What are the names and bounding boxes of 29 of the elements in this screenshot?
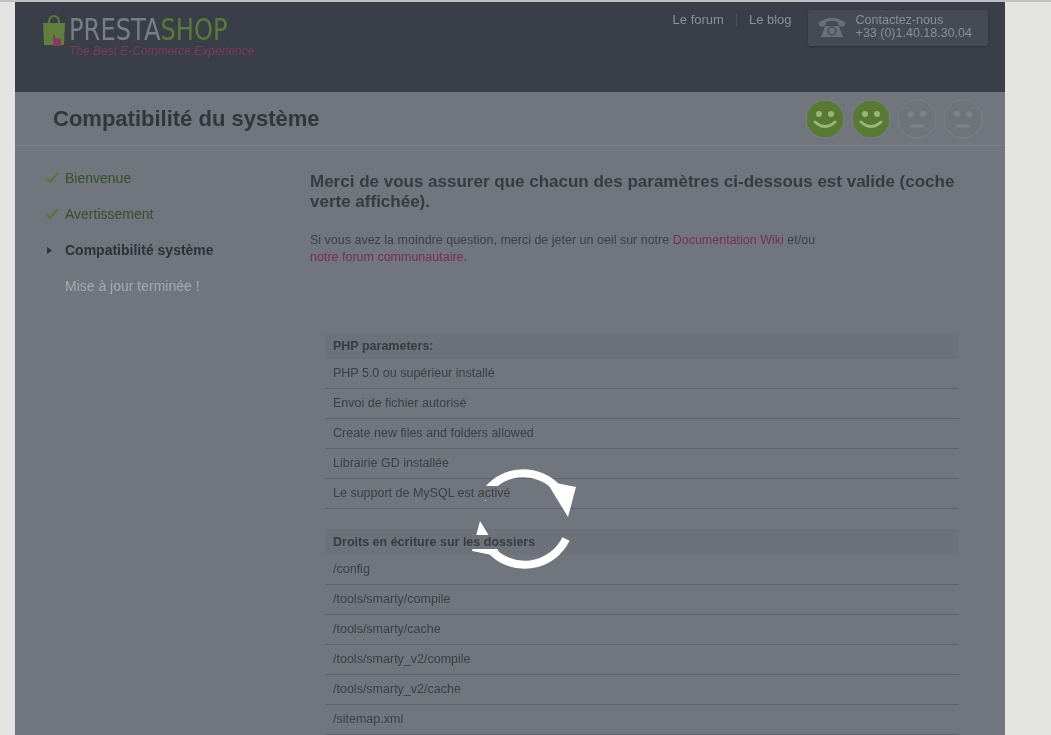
shopping-bag-icon — [41, 15, 67, 49]
page-title: Compatibilité du système — [53, 105, 320, 132]
check-row: Create new files and folders allowed — [325, 419, 959, 449]
check-row: /tools/smarty/cache — [325, 615, 959, 645]
header-link[interactable]: Le blog — [748, 12, 792, 27]
check-row: /sitemap.xml — [325, 705, 959, 735]
forum-link[interactable]: notre forum communautaire — [310, 250, 464, 264]
contact-label: Contactez-nous — [855, 14, 945, 27]
check-row: /tools/smarty_v2/cache — [325, 675, 959, 705]
check-row: /tools/smarty_v2/compile — [325, 645, 959, 675]
telephone-icon — [815, 15, 848, 39]
triangle-right-icon — [47, 246, 52, 254]
check-row: Librairie GD installée — [325, 449, 959, 479]
header-link[interactable]: Le forum — [672, 12, 724, 27]
contact-box[interactable]: Contactez-nous +33 (0)1.40.18.30.04 — [807, 10, 988, 46]
section-header: PHP parameters: — [325, 333, 959, 359]
sidebar-step: Avertissement — [65, 206, 154, 222]
wiki-link[interactable]: Documentation Wiki — [672, 233, 784, 247]
tagline: The Best E-Commerce Experience — [69, 44, 256, 58]
sidebar-step: Compatibilité système — [65, 242, 214, 258]
check-row: Envoi de fichier autorisé — [325, 389, 959, 419]
check-row: /config — [325, 555, 959, 585]
contact-phone: +33 (0)1.40.18.30.04 — [855, 27, 972, 40]
check-row: /tools/smarty/compile — [325, 585, 959, 615]
check-row: PHP 5.0 ou supérieur installé — [325, 359, 959, 389]
section-header: Droits en écriture sur les dossiers — [325, 529, 959, 555]
brand-logo-text: PRESTASHOP — [69, 12, 228, 46]
instructions-heading: Merci de vous assurer que chacun des paramètres ci-dessous est valide (coche verte affichée). — [310, 172, 956, 212]
sidebar-step: Bienvenue — [65, 170, 132, 186]
